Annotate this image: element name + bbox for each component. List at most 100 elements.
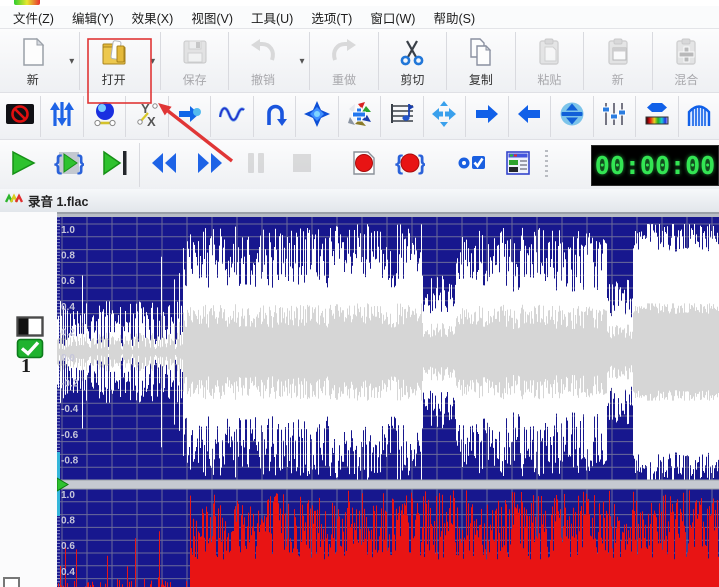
reverse-button[interactable] <box>256 95 293 138</box>
stop-button <box>280 142 324 188</box>
new-file-button[interactable]: 新 <box>3 31 63 91</box>
mix-clipboard-plus-icon <box>672 37 700 72</box>
toolbar-separator <box>160 32 161 90</box>
monitor-off-icon <box>5 101 35 132</box>
new-file-dropdown[interactable]: ▾ <box>66 31 78 91</box>
music-score-icon <box>389 101 415 132</box>
toolbar-separator <box>635 96 636 137</box>
pinwheel-icon <box>346 101 372 132</box>
expand-vertical-button[interactable] <box>43 95 80 138</box>
toolbar-separator <box>139 143 140 187</box>
shift-right-button[interactable] <box>468 95 505 138</box>
new-file-label: 新 <box>27 74 39 86</box>
rewind-button[interactable] <box>142 142 186 188</box>
svg-text:1.0: 1.0 <box>61 490 75 501</box>
save-button: 保存 <box>165 31 225 91</box>
control-window-button[interactable] <box>496 142 540 188</box>
toolbar-separator <box>652 32 653 90</box>
fast-forward-button[interactable] <box>188 142 232 188</box>
shift-left-button[interactable] <box>511 95 548 138</box>
pause-icon <box>243 150 269 181</box>
chevron-down-icon: ▾ <box>69 56 74 67</box>
svg-text:-0.8: -0.8 <box>61 455 79 466</box>
undo-arrow-icon <box>248 37 278 72</box>
pitch-button[interactable] <box>383 95 420 138</box>
menu-help[interactable]: 帮助(S) <box>424 5 484 30</box>
noise-gate-button[interactable] <box>681 95 718 138</box>
toolbar-separator <box>168 96 169 137</box>
play-to-end-icon <box>101 149 129 182</box>
paste-new-label: 新 <box>612 74 624 86</box>
copy-button[interactable]: 复制 <box>451 31 511 91</box>
waveform-file-icon <box>5 192 23 210</box>
svg-text:-0.6: -0.6 <box>61 430 79 441</box>
blue-sphere-icon <box>92 101 118 132</box>
redo-arrow-icon <box>329 37 359 72</box>
spectrum-filter-button[interactable] <box>638 95 675 138</box>
menu-view[interactable]: 视图(V) <box>182 5 242 30</box>
menu-edit[interactable]: 编辑(Y) <box>63 5 123 30</box>
open-file-button[interactable]: 打开 <box>84 31 144 91</box>
arrow-right-icon <box>474 101 500 132</box>
next-channel-view-toggle[interactable] <box>3 577 20 587</box>
menu-tools[interactable]: 工具(U) <box>242 5 302 30</box>
menu-effects[interactable]: 效果(X) <box>123 5 183 30</box>
record-button[interactable] <box>342 142 386 188</box>
paste-new-button: 新 <box>588 31 648 91</box>
goldwave-app-window: 文件(Z) 编辑(Y) 效果(X) 视图(V) 工具(U) 选项(T) 窗口(W… <box>0 0 719 587</box>
menu-options[interactable]: 选项(T) <box>302 5 361 30</box>
doppler-button[interactable] <box>213 95 250 138</box>
mix-label: 混合 <box>674 74 698 86</box>
toolbar-separator <box>295 96 296 137</box>
mixer-button[interactable] <box>341 95 378 138</box>
monitor-checkbox-icon <box>457 150 487 181</box>
play-selection-button[interactable]: {} <box>47 142 91 188</box>
document-title-bar[interactable]: 录音 1.flac <box>0 189 719 213</box>
svg-text:0.8: 0.8 <box>61 516 75 527</box>
record-selection-button[interactable]: {} <box>388 142 432 188</box>
up-down-arrows-icon <box>49 101 75 132</box>
undo-label: 撤销 <box>251 74 275 86</box>
toolbar-separator <box>378 32 379 90</box>
control-window-icon <box>504 149 532 182</box>
time-warp-button[interactable] <box>426 95 463 138</box>
toolbar-separator <box>380 96 381 137</box>
copy-pages-icon <box>467 37 495 72</box>
toolbar-separator <box>253 96 254 137</box>
waveform-display[interactable]: 1.00.80.60.40.20.0-0.2-0.4-0.6-0.81.00.8… <box>57 212 719 587</box>
toolbar-separator <box>593 96 594 137</box>
equalizer-button[interactable] <box>596 95 633 138</box>
xy-expression-icon: YX <box>134 101 160 132</box>
save-label: 保存 <box>183 74 207 86</box>
u-turn-arrow-icon <box>262 101 288 132</box>
effect-sphere-button[interactable] <box>86 95 123 138</box>
svg-text:X: X <box>147 114 156 127</box>
svg-text:{: { <box>54 152 62 175</box>
toolbar-separator <box>338 96 339 137</box>
svg-text:}: } <box>418 152 425 175</box>
cut-button[interactable]: 剪切 <box>383 31 443 91</box>
toolbar-separator <box>83 96 84 137</box>
svg-text:0.8: 0.8 <box>61 251 75 262</box>
monitor-toggle-button[interactable] <box>450 142 494 188</box>
menu-window[interactable]: 窗口(W) <box>361 5 424 30</box>
effects-toolbar: YX <box>0 92 719 140</box>
menu-bar: 文件(Z) 编辑(Y) 效果(X) 视图(V) 工具(U) 选项(T) 窗口(W… <box>0 6 719 28</box>
record-selection-icon: {} <box>395 149 425 182</box>
paste-clipboard-icon <box>535 37 563 72</box>
play-selection-icon: {} <box>54 149 84 182</box>
toolbar-grip-handle[interactable] <box>543 150 550 180</box>
mechanize-button[interactable] <box>298 95 335 138</box>
expression-evaluator-button[interactable]: YX <box>128 95 165 138</box>
fast-forward-icon <box>195 150 225 181</box>
arch-gate-icon <box>686 101 712 132</box>
device-control-button[interactable] <box>1 95 38 138</box>
sine-wave-icon <box>219 101 245 132</box>
offset-button[interactable] <box>171 95 208 138</box>
volume-expand-button[interactable] <box>553 95 590 138</box>
play-button[interactable] <box>1 142 45 188</box>
open-file-dropdown[interactable]: ▾ <box>146 31 158 91</box>
menu-file[interactable]: 文件(Z) <box>4 5 63 30</box>
toolbar-separator <box>40 96 41 137</box>
play-to-end-button[interactable] <box>93 142 137 188</box>
